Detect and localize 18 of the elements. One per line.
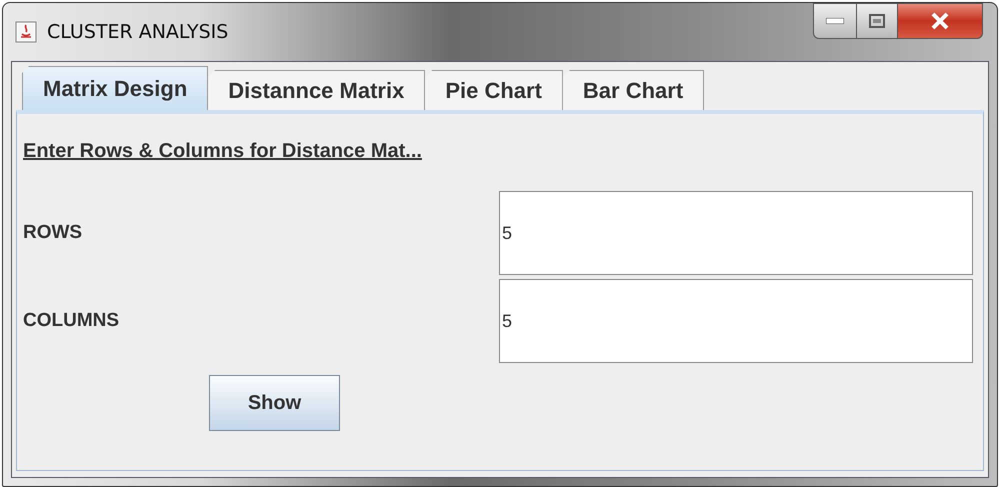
field-label: ROWS — [23, 222, 82, 244]
section-heading: Enter Rows & Columns for Distance Mat... — [23, 140, 422, 163]
tab[interactable]: Distannce Matrix — [208, 70, 426, 110]
tab[interactable]: Bar Chart — [562, 70, 704, 110]
field-label: COLUMNS — [23, 310, 120, 332]
input-field[interactable]: 5 — [499, 191, 973, 275]
app-icon — [15, 21, 37, 43]
window-title: CLUSTER ANALYSIS — [47, 21, 228, 43]
minimize-button[interactable] — [813, 3, 857, 39]
close-button[interactable] — [898, 3, 983, 39]
show-button[interactable]: Show — [209, 375, 340, 431]
input-field[interactable]: 5 — [499, 279, 973, 363]
close-icon — [930, 12, 950, 30]
tab[interactable]: Matrix Design — [22, 66, 208, 110]
tab[interactable]: Pie Chart — [425, 70, 563, 110]
maximize-icon — [869, 14, 885, 28]
maximize-button[interactable] — [857, 3, 898, 39]
minimize-icon — [826, 18, 844, 24]
